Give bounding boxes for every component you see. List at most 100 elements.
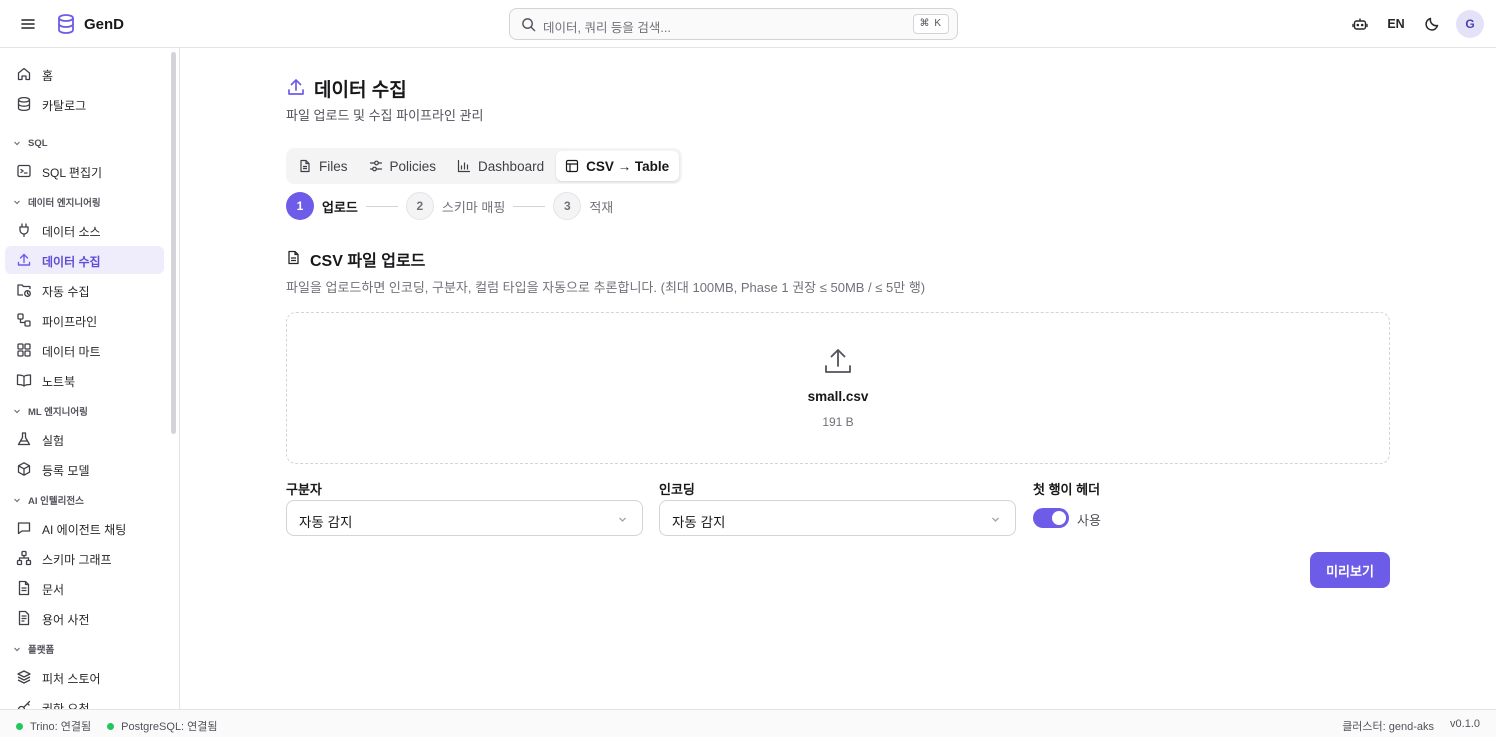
sidebar-item-label: 문서 bbox=[42, 583, 65, 597]
sidebar-item-access-request[interactable]: 권한 요청 bbox=[5, 693, 164, 709]
step-number: 1 bbox=[286, 192, 314, 220]
chevron-down-icon bbox=[12, 644, 22, 654]
tab-label: Policies bbox=[389, 158, 437, 174]
book-open-icon bbox=[16, 372, 32, 388]
stepper: 1 업로드 2 스키마 매핑 3 적재 bbox=[286, 192, 613, 220]
sidebar-item-label: 노트북 bbox=[42, 375, 76, 389]
sidebar-group-ml-engineering[interactable]: ML 엔지니어링 bbox=[12, 403, 88, 419]
top-bar: GenD 데이터, 쿼리 등을 검색... ⌘ K EN G bbox=[0, 0, 1496, 48]
preview-button[interactable]: 미리보기 bbox=[1310, 552, 1390, 588]
tab-csv-to-table[interactable]: CSV → Table bbox=[556, 151, 680, 181]
header-row-toggle-label: 사용 bbox=[1077, 513, 1101, 528]
search-placeholder: 데이터, 쿼리 등을 검색... bbox=[543, 21, 671, 35]
sidebar-item-catalog[interactable]: 카탈로그 bbox=[5, 90, 164, 118]
postgres-status-text: PostgreSQL: 연결됨 bbox=[121, 721, 218, 733]
sidebar-item-label: 홈 bbox=[42, 69, 54, 83]
sidebar-item-label: AI 에이전트 채팅 bbox=[42, 523, 127, 537]
sidebar-item-data-source[interactable]: 데이터 소스 bbox=[5, 216, 164, 244]
database-logo-icon bbox=[56, 13, 76, 35]
tab-dashboard[interactable]: Dashboard bbox=[448, 151, 554, 181]
step-label-load: 적재 bbox=[589, 199, 614, 215]
menu-icon[interactable] bbox=[18, 14, 38, 34]
tab-label: Dashboard bbox=[478, 158, 545, 174]
sliders-icon bbox=[369, 159, 383, 173]
sidebar-item-sql-editor[interactable]: SQL 편집기 bbox=[5, 157, 164, 185]
grid-icon bbox=[16, 342, 32, 358]
sidebar-item-experiments[interactable]: 실험 bbox=[5, 425, 164, 453]
tab-bar: Files Policies Dashboard CSV → Table bbox=[286, 148, 683, 184]
tab-policies[interactable]: Policies bbox=[360, 151, 447, 181]
chevron-down-icon bbox=[12, 197, 22, 207]
tab-label: CSV → Table bbox=[586, 158, 670, 174]
sidebar-item-label: 권한 요청 bbox=[42, 702, 90, 709]
home-icon bbox=[16, 66, 32, 82]
workflow-icon bbox=[16, 312, 32, 328]
sidebar-item-label: 피처 스토어 bbox=[42, 672, 101, 686]
app-logo[interactable]: GenD bbox=[56, 13, 124, 35]
file-text-icon bbox=[286, 250, 301, 265]
sidebar-item-pipeline[interactable]: 파이프라인 bbox=[5, 306, 164, 334]
delimiter-value: 자동 감지 bbox=[299, 515, 353, 530]
encoding-value: 자동 감지 bbox=[672, 515, 726, 530]
sidebar-item-label: 용어 사전 bbox=[42, 613, 90, 627]
sidebar-item-label: 파이프라인 bbox=[42, 315, 98, 329]
sidebar-group-platform[interactable]: 플랫폼 bbox=[12, 641, 54, 657]
sidebar-item-auto-ingestion[interactable]: 자동 수집 bbox=[5, 276, 164, 304]
sidebar-item-ai-agent-chat[interactable]: AI 에이전트 채팅 bbox=[5, 514, 164, 542]
encoding-label: 인코딩 bbox=[659, 482, 695, 497]
tab-label: Files bbox=[319, 158, 348, 174]
key-icon bbox=[16, 699, 32, 709]
sidebar-item-documents[interactable]: 문서 bbox=[5, 574, 164, 602]
header-row-toggle[interactable] bbox=[1033, 508, 1069, 528]
header-actions: EN G bbox=[1342, 10, 1484, 38]
toggle-knob bbox=[1052, 511, 1066, 525]
sidebar-group-data-engineering[interactable]: 데이터 엔지니어링 bbox=[12, 194, 101, 210]
sidebar-group-ai-intelligence[interactable]: AI 인텔리전스 bbox=[12, 492, 84, 508]
step-label-schema-mapping: 스키마 매핑 bbox=[441, 199, 506, 215]
document-icon bbox=[16, 580, 32, 596]
box-icon bbox=[16, 461, 32, 477]
uploaded-file-name: small.csv bbox=[807, 389, 869, 404]
sidebar-scrollbar[interactable] bbox=[171, 52, 176, 434]
sidebar-item-label: 데이터 소스 bbox=[42, 225, 101, 239]
upload-icon bbox=[286, 77, 306, 97]
bot-icon[interactable] bbox=[1342, 10, 1378, 38]
chevron-down-icon bbox=[12, 406, 22, 416]
header-row-label: 첫 행이 헤더 bbox=[1033, 482, 1101, 497]
sidebar-item-label: 실험 bbox=[42, 434, 65, 448]
layers-icon bbox=[16, 669, 32, 685]
sidebar-item-feature-store[interactable]: 피처 스토어 bbox=[5, 663, 164, 691]
language-toggle[interactable]: EN bbox=[1378, 10, 1414, 38]
sidebar-group-sql[interactable]: SQL bbox=[12, 135, 48, 151]
sql-editor-icon bbox=[16, 163, 32, 179]
sidebar-item-schema-graph[interactable]: 스키마 그래프 bbox=[5, 544, 164, 572]
sidebar-item-label: 자동 수집 bbox=[42, 285, 90, 299]
avatar[interactable]: G bbox=[1456, 10, 1484, 38]
sidebar-item-data-mart[interactable]: 데이터 마트 bbox=[5, 336, 164, 364]
uploaded-file-size: 191 B bbox=[822, 415, 854, 429]
sidebar-item-home[interactable]: 홈 bbox=[5, 60, 164, 88]
sidebar-item-glossary[interactable]: 용어 사전 bbox=[5, 604, 164, 632]
moon-icon[interactable] bbox=[1414, 10, 1450, 38]
sidebar-item-label: 데이터 수집 bbox=[42, 255, 101, 269]
sidebar-item-label: 스키마 그래프 bbox=[42, 553, 112, 567]
search-input[interactable]: 데이터, 쿼리 등을 검색... ⌘ K bbox=[509, 8, 958, 40]
tab-files[interactable]: Files bbox=[289, 151, 358, 181]
file-dropzone[interactable]: small.csv 191 B bbox=[286, 312, 1390, 464]
chevron-down-icon bbox=[12, 138, 22, 148]
sidebar-item-label: 등록 모델 bbox=[42, 464, 90, 478]
step-connector bbox=[513, 205, 546, 207]
encoding-select[interactable]: 자동 감지 bbox=[659, 500, 1016, 536]
status-bar: Trino: 연결됨 PostgreSQL: 연결됨 클러스터: gend-ak… bbox=[0, 709, 1496, 737]
search-shortcut: ⌘ K bbox=[912, 14, 949, 34]
search-icon bbox=[521, 17, 536, 32]
step-number: 3 bbox=[553, 192, 582, 220]
page-subtitle: 파일 업로드 및 수집 파이프라인 관리 bbox=[286, 108, 484, 123]
status-dot bbox=[107, 722, 115, 730]
sidebar-item-data-ingestion[interactable]: 데이터 수집 bbox=[5, 246, 164, 274]
sidebar-item-registered-models[interactable]: 등록 모델 bbox=[5, 455, 164, 483]
chevron-down-icon bbox=[617, 514, 628, 525]
upload-icon bbox=[823, 346, 853, 376]
sidebar-item-notebook[interactable]: 노트북 bbox=[5, 366, 164, 394]
delimiter-select[interactable]: 자동 감지 bbox=[286, 500, 643, 536]
